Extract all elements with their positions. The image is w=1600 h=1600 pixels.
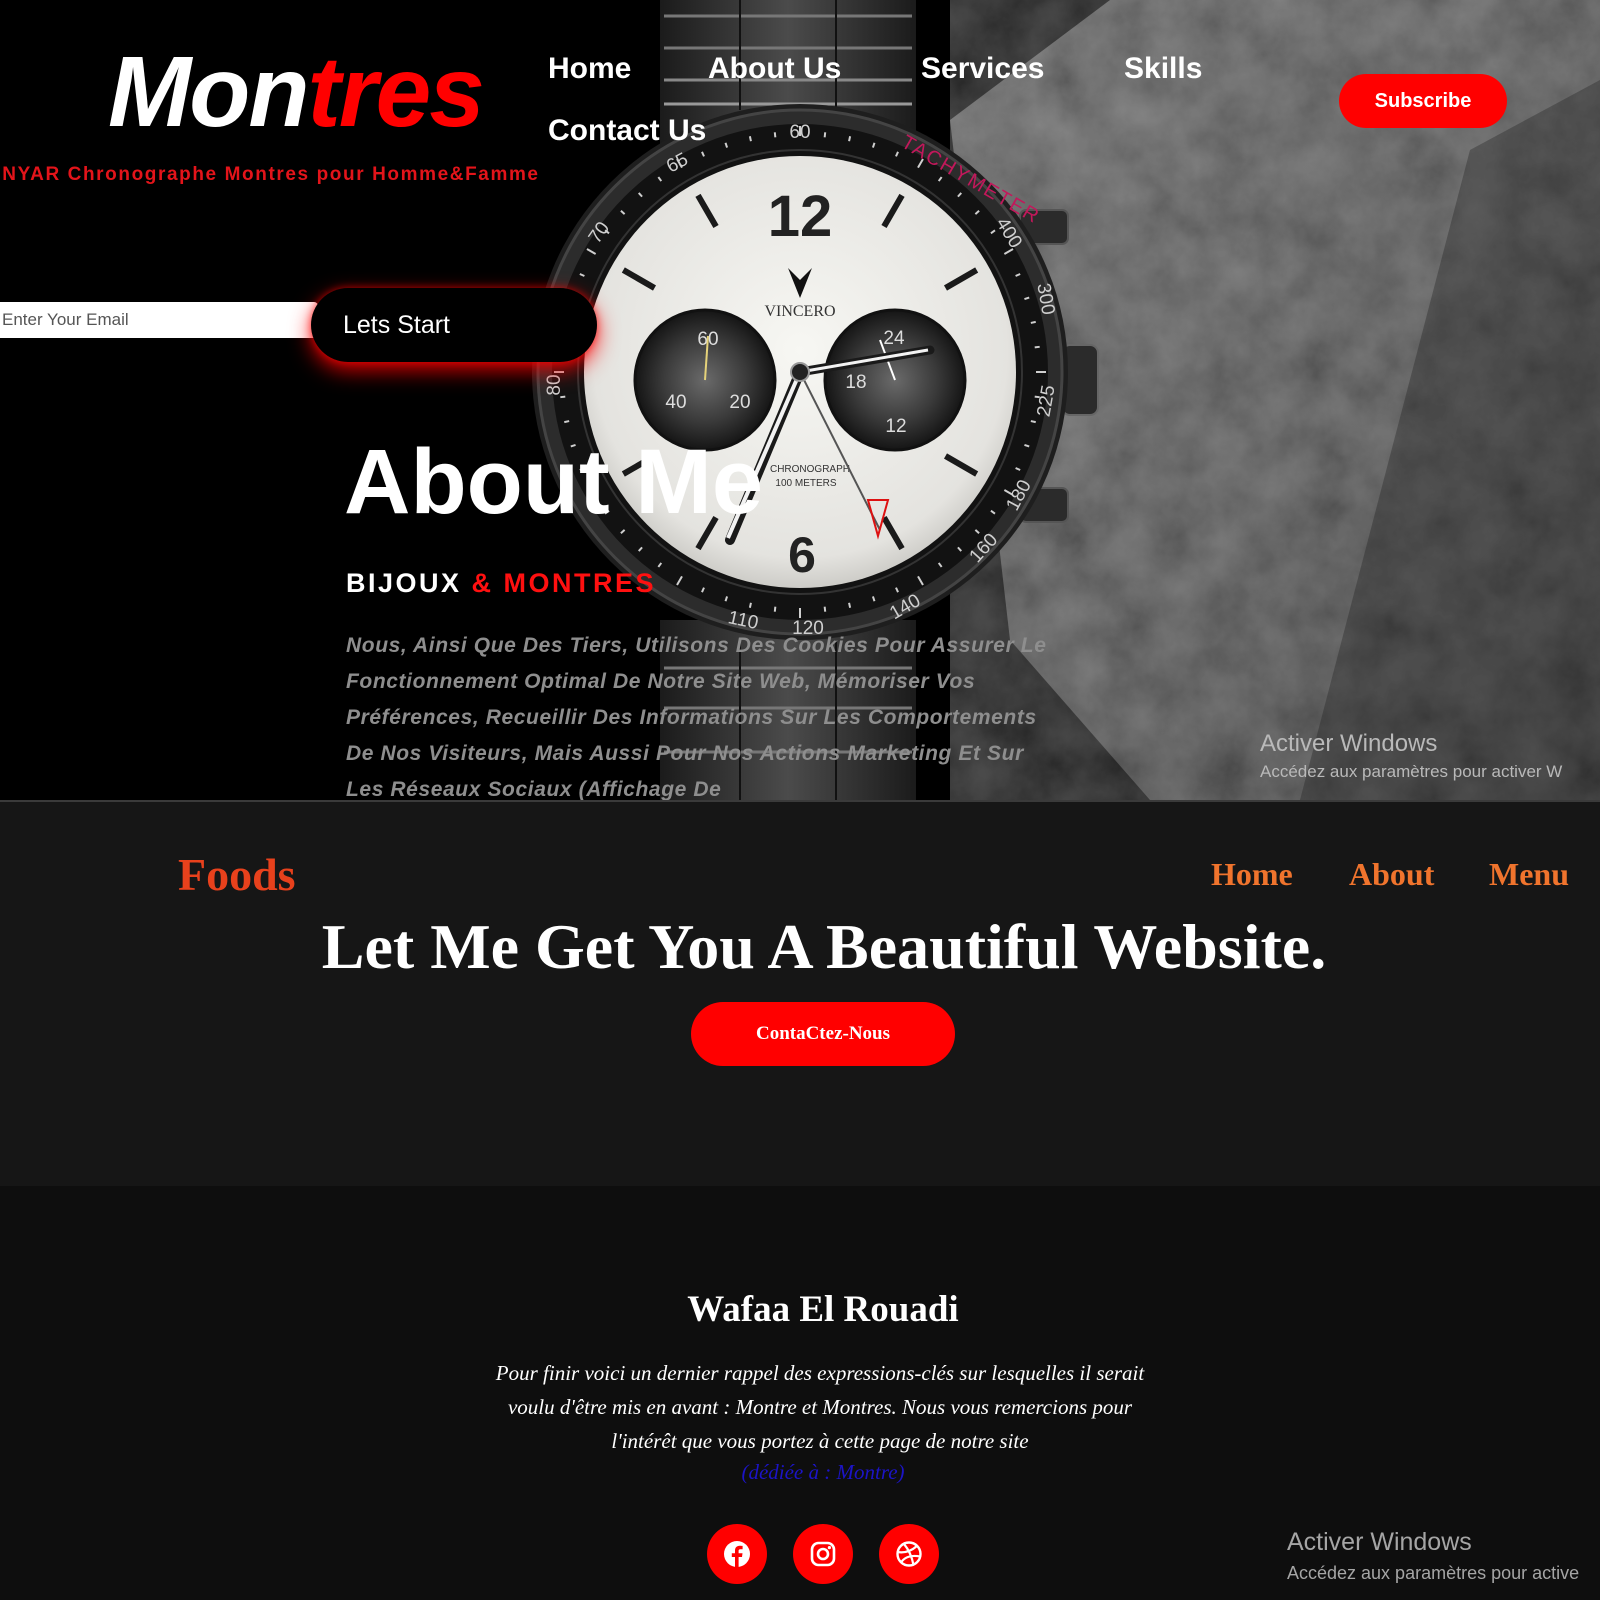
dial-number-6: 6 [788, 527, 816, 583]
brand-tagline: ENYAR Chronographe Montres pour Homme&Fa… [0, 164, 540, 185]
brand-logo-red: tres [307, 36, 484, 148]
nav-skills[interactable]: Skills [1124, 52, 1202, 86]
subdial-number: 12 [885, 416, 906, 437]
subdial-number: 24 [883, 328, 905, 349]
footer-text: Pour finir voici un dernier rappel des e… [495, 1361, 1145, 1453]
watermark-title: Activer Windows [1260, 730, 1438, 757]
footer-link[interactable]: (dédiée à : Montre) [0, 1460, 1600, 1485]
brand-logo[interactable]: Montres [108, 42, 485, 142]
facebook-icon [724, 1541, 750, 1567]
bezel-number: 60 [789, 122, 810, 143]
bezel-number: 80 [544, 374, 565, 395]
about-subtitle: BIJOUX & MONTRES [346, 568, 656, 599]
watch-brand: VINCERO [764, 303, 835, 320]
foods-headline: Let Me Get You A Beautiful Website. [321, 911, 1327, 982]
foods-logo[interactable]: Foods [178, 848, 296, 901]
windows-activation-watermark-footer: Activer Windows Accédez aux paramètres p… [1287, 1528, 1579, 1584]
watermark-subtitle: Accédez aux paramètres pour active [1287, 1563, 1580, 1583]
brand-logo-white: Mon [108, 36, 309, 148]
about-paragraph: Nous, Ainsi Que Des Tiers, Utilisons Des… [346, 634, 1047, 800]
foods-section: Foods Home About Menu Let Me Get You A B… [0, 800, 1600, 1186]
subscribe-button[interactable]: Subscribe [1339, 74, 1507, 128]
hero-section: 60 65 70 80 110 120 140 160 180 225 300 … [0, 0, 1600, 800]
foods-nav-home[interactable]: Home [1211, 856, 1293, 893]
dial-text: 100 METERS [775, 478, 836, 489]
nav-contact-us[interactable]: Contact Us [548, 114, 706, 148]
foods-nav-about[interactable]: About [1349, 856, 1434, 893]
foods-nav-menu[interactable]: Menu [1489, 856, 1569, 893]
watermark-title: Activer Windows [1287, 1528, 1472, 1556]
nav-home[interactable]: Home [548, 52, 631, 86]
windows-activation-watermark: Activer Windows Accédez aux paramètres p… [1260, 730, 1562, 782]
dial-text: CHRONOGRAPH [770, 464, 850, 475]
nav-about-us[interactable]: About Us [708, 52, 841, 86]
dial-number-12: 12 [768, 184, 833, 249]
dribbble-icon [896, 1541, 922, 1567]
contact-button[interactable]: ContaCtez-Nous [691, 1002, 955, 1066]
nav-services[interactable]: Services [921, 52, 1044, 86]
subtitle-white: BIJOUX [346, 568, 462, 598]
lets-start-button[interactable]: Lets Start [311, 288, 597, 362]
email-input[interactable] [0, 302, 318, 338]
subdial-number: 18 [845, 372, 866, 393]
instagram-button[interactable] [793, 1524, 853, 1584]
instagram-icon [810, 1541, 836, 1567]
watermark-subtitle: Accédez aux paramètres pour activer W [1260, 762, 1563, 781]
subtitle-red: & MONTRES [471, 568, 657, 598]
dribbble-button[interactable] [879, 1524, 939, 1584]
subdial-number: 40 [665, 392, 686, 413]
about-title: About Me [344, 431, 764, 533]
facebook-button[interactable] [707, 1524, 767, 1584]
author-name: Wafaa El Rouadi [687, 1289, 959, 1330]
subdial-number: 20 [729, 392, 750, 413]
